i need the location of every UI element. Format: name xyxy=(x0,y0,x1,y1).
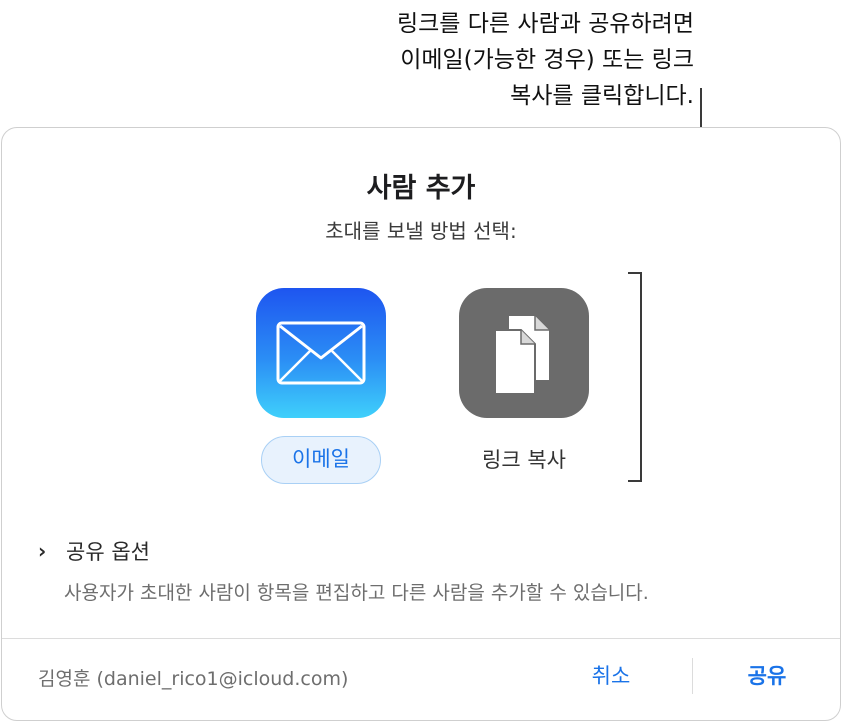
chevron-right-icon: › xyxy=(38,539,47,563)
callout-bracket xyxy=(628,272,642,482)
share-options-toggle[interactable]: › 공유 옵션 xyxy=(38,536,150,566)
callout-line-1: 링크를 다른 사람과 공유하려면 xyxy=(396,11,694,37)
copy-documents-icon[interactable] xyxy=(459,288,589,418)
email-option-button[interactable]: 이메일 xyxy=(261,436,381,484)
add-people-dialog: 사람 추가 초대를 보낼 방법 선택: 이메일 링크 복사 › 공유 옵션 사용… xyxy=(1,127,841,721)
documents-glyph xyxy=(494,316,549,395)
footer-divider xyxy=(2,638,840,639)
account-identity: 김영훈 (daniel_rico1@icloud.com) xyxy=(38,668,349,690)
dialog-title: 사람 추가 xyxy=(366,173,476,204)
envelope-glyph xyxy=(276,321,366,385)
callout-line-3: 복사를 클릭합니다. xyxy=(510,83,694,109)
copy-link-option-button[interactable]: 링크 복사 xyxy=(434,436,614,484)
share-options-label: 공유 옵션 xyxy=(66,540,150,564)
share-options-description: 사용자가 초대한 사람이 항목을 편집하고 다른 사람을 추가할 수 있습니다. xyxy=(64,582,649,604)
dialog-subtitle: 초대를 보낼 방법 선택: xyxy=(325,219,517,243)
cancel-button[interactable]: 취소 xyxy=(576,658,646,694)
callout-annotation: 링크를 다른 사람과 공유하려면 이메일(가능한 경우) 또는 링크 복사를 클… xyxy=(274,6,694,114)
mail-envelope-icon[interactable] xyxy=(256,288,386,418)
callout-line-2: 이메일(가능한 경우) 또는 링크 xyxy=(400,47,694,73)
share-button[interactable]: 공유 xyxy=(732,658,802,694)
button-separator xyxy=(692,658,693,694)
